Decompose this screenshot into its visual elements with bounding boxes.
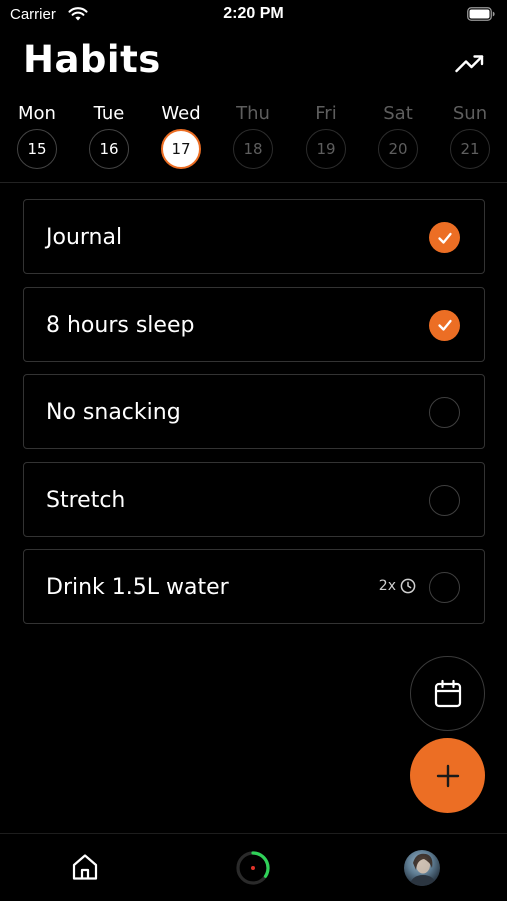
day-date: 20: [378, 129, 418, 169]
habit-reminder-badge: 2x: [379, 578, 416, 594]
progress-ring-icon[interactable]: [235, 850, 271, 886]
habit-list: Journal 8 hours sleep No snacking Stretc…: [23, 199, 485, 637]
habit-name: No snacking: [46, 400, 181, 425]
day-name: Sat: [383, 103, 413, 124]
tab-bar: [0, 833, 507, 901]
status-bar: Carrier 2:20 PM: [0, 0, 507, 30]
day-fri[interactable]: Fri 19: [296, 102, 356, 169]
checkmark-icon: [437, 319, 452, 331]
status-time: 2:20 PM: [223, 5, 284, 22]
habit-name: 8 hours sleep: [46, 312, 195, 338]
habit-checkbox[interactable]: [429, 309, 460, 341]
habit-checkbox[interactable]: [429, 484, 460, 516]
habit-name: Journal: [46, 225, 123, 250]
trending-up-icon: [455, 55, 484, 73]
habit-row[interactable]: Drink 1.5L water 2x: [23, 549, 485, 624]
day-thu[interactable]: Thu 18: [223, 102, 283, 169]
day-wed[interactable]: Wed 17: [151, 102, 211, 169]
calendar-icon: [434, 679, 461, 707]
habit-name: Drink 1.5L water: [46, 575, 229, 600]
habit-checkbox[interactable]: [429, 572, 460, 603]
profile-avatar[interactable]: [404, 850, 440, 886]
day-name: Sun: [452, 103, 488, 124]
habit-row[interactable]: 8 hours sleep: [23, 286, 485, 362]
checkmark-icon: [437, 232, 452, 244]
habit-checkbox[interactable]: [429, 222, 460, 253]
habit-row[interactable]: Stretch: [23, 461, 485, 537]
home-icon[interactable]: [70, 852, 100, 882]
clock-icon: [400, 578, 416, 594]
day-tue[interactable]: Tue 16: [79, 102, 139, 169]
add-habit-button[interactable]: [410, 738, 485, 813]
calendar-button[interactable]: [410, 656, 485, 731]
day-mon[interactable]: Mon 15: [7, 102, 67, 169]
day-name: Fri: [315, 103, 337, 124]
habit-checkbox[interactable]: [429, 397, 460, 428]
habit-row[interactable]: Journal: [23, 199, 485, 274]
habit-row[interactable]: No snacking: [23, 374, 485, 449]
day-date: 17: [161, 129, 201, 169]
stats-button[interactable]: [453, 50, 487, 78]
day-name: Tue: [93, 103, 125, 124]
day-date: 19: [306, 129, 346, 169]
day-name: Thu: [236, 103, 270, 124]
day-sat[interactable]: Sat 20: [368, 102, 428, 169]
day-date: 15: [17, 129, 57, 169]
avatar-image: [409, 853, 437, 886]
page-title: Habits: [23, 38, 161, 81]
day-sun[interactable]: Sun 21: [440, 102, 500, 169]
day-name: Mon: [18, 103, 56, 124]
day-date: 16: [89, 129, 129, 169]
battery-icon: [467, 7, 495, 21]
day-date: 18: [233, 129, 273, 169]
reminder-count: 2x: [378, 578, 396, 594]
day-date: 21: [450, 129, 490, 169]
plus-icon: [436, 764, 459, 787]
week-day-selector: Mon 15 Tue 16 Wed 17 Thu 18 Fri 19 Sat 2…: [0, 102, 507, 183]
habit-name: Stretch: [46, 487, 126, 513]
day-name: Wed: [161, 103, 201, 124]
